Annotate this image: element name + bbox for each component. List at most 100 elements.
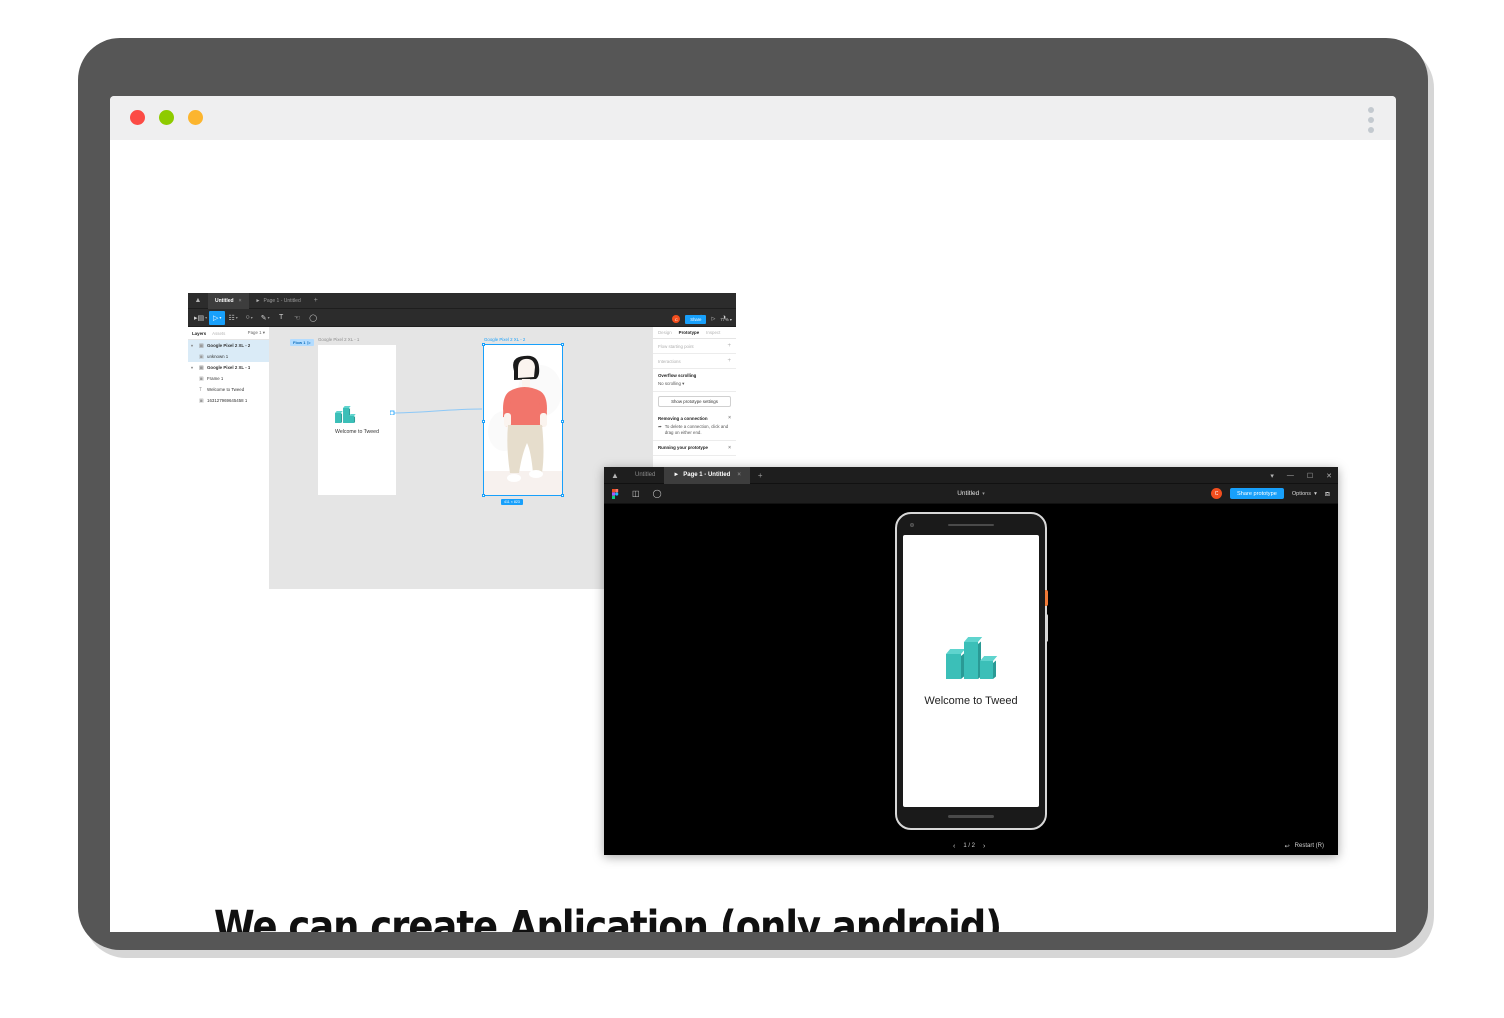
home-icon[interactable]: ▲ (188, 297, 208, 304)
text-icon: T (199, 386, 203, 393)
fullscreen-icon[interactable]: ⧈ (1325, 489, 1330, 499)
tab-inspect[interactable]: Inspect (706, 330, 720, 335)
tab-design[interactable]: Design (658, 330, 672, 335)
options-dropdown[interactable]: Options ▾ (1292, 491, 1317, 497)
prototype-tab-untitled[interactable]: Untitled (626, 467, 664, 484)
hand-tool-button[interactable]: ☜ (289, 311, 305, 325)
pen-tool-button[interactable]: ✎ ▾ (257, 311, 273, 325)
flow-starting-point-badge[interactable]: Flow 1 ▷ (290, 339, 314, 346)
connection-icon: ➦ (658, 424, 662, 429)
show-prototype-settings-button[interactable]: Show prototype settings (658, 396, 731, 407)
move-tool-button[interactable]: ▷ ▾ (209, 310, 226, 325)
new-tab-button[interactable]: + (308, 297, 324, 304)
selection-size-badge: 411 × 823 (501, 499, 523, 505)
present-play-icon[interactable]: ▷ (711, 316, 715, 322)
tip-text: To delete a connection, click and drag o… (664, 424, 729, 435)
add-icon[interactable]: + (727, 343, 731, 349)
menu-tool-button[interactable]: ▸▤ ▾ (192, 311, 209, 325)
page-selector[interactable]: Page 1 ▾ (248, 330, 265, 336)
close-window-button[interactable] (130, 110, 145, 125)
minimize-window-button[interactable] (159, 110, 174, 125)
prototype-toolbar: ◫ ◯ Untitled ▾ C Share prototype Options ▾… (604, 484, 1338, 504)
bottom-speaker (948, 815, 994, 818)
flow-starting-point-row[interactable]: Flow starting point + (653, 339, 736, 354)
editor-tab-label: Page 1 - Untitled (263, 297, 301, 304)
chevron-down-icon[interactable]: ▾ (1270, 472, 1274, 480)
chevron-down-icon[interactable]: ▾ (191, 365, 196, 370)
page-title: We can create Aplication (only android) (214, 902, 1002, 932)
close-icon[interactable]: × (728, 415, 731, 421)
avatar[interactable]: C (672, 315, 681, 323)
prototype-connection-line[interactable] (390, 407, 486, 415)
frame-label-1[interactable]: Google Pixel 2 XL - 1 (318, 337, 359, 342)
close-icon[interactable]: × (737, 472, 741, 478)
tip-running-your-prototype: Running your prototype × (653, 441, 736, 456)
browser-chrome-bar (110, 96, 1396, 140)
tab-assets[interactable]: Assets (212, 331, 225, 336)
layer-row-unknown-1[interactable]: ▣ unknown 1 (188, 351, 269, 362)
chevron-down-icon[interactable]: ▾ (191, 343, 196, 348)
restart-button[interactable]: ↩ Restart (R) (1285, 843, 1324, 850)
phone-device-mockup: Welcome to Tweed (895, 511, 1048, 830)
chevron-right-icon[interactable]: › (983, 843, 985, 850)
zoom-level[interactable]: 77% ▾ (720, 317, 732, 322)
artboard-frame-2[interactable] (484, 345, 562, 495)
tip-title: Running your prototype (658, 445, 708, 451)
tweed-blocks-logo (946, 635, 998, 679)
maximize-window-button[interactable] (188, 110, 203, 125)
play-icon[interactable]: ▷ (307, 340, 310, 345)
prototype-tab-page1[interactable]: ► Page 1 - Untitled × (664, 467, 750, 484)
editor-toolbar: ▸▤▾ ▷▾ ☷▾ ○▾ ✎▾ T ☜ ◯ ✻ ◑ (188, 309, 736, 327)
editor-tab-page1[interactable]: ► Page 1 - Untitled (249, 293, 308, 309)
figma-logo-icon[interactable] (612, 488, 619, 499)
welcome-screen: Welcome to Tweed (903, 535, 1039, 807)
tab-prototype[interactable]: Prototype (679, 330, 700, 335)
layer-row-google-pixel-2-xl-2[interactable]: ▾ ▣ Google Pixel 2 XL - 2 (188, 340, 269, 351)
minimize-button[interactable]: — (1287, 472, 1294, 479)
artboard-frame-1[interactable]: Welcome to Tweed (318, 345, 396, 495)
overflow-scrolling-value[interactable]: No scrolling ▾ (658, 381, 731, 387)
phone-screen[interactable]: Welcome to Tweed (903, 534, 1039, 807)
image-icon: ▣ (199, 397, 204, 404)
home-icon[interactable]: ▲ (604, 471, 626, 480)
layer-row-google-pixel-2-xl-1[interactable]: ▾ ▣ Google Pixel 2 XL - 1 (188, 362, 269, 373)
share-button[interactable]: Share (685, 314, 707, 324)
editor-share-cluster: C Share ▷ 77% ▾ (672, 311, 732, 327)
layer-row-frame-1[interactable]: ▣ Frame 1 (188, 373, 269, 384)
frame-icon: ▣ (199, 364, 204, 371)
maximize-button[interactable]: ☐ (1307, 472, 1313, 480)
layer-name: Frame 1 (207, 376, 224, 381)
person-illustration (484, 345, 562, 495)
welcome-text: Welcome to Tweed (924, 694, 1018, 707)
properties-tab-bar: Design Prototype Inspect (653, 327, 736, 339)
shape-tool-button[interactable]: ○ ▾ (241, 311, 257, 325)
restart-arrow-icon: ↩ (1284, 843, 1290, 850)
editor-canvas[interactable]: Flow 1 ▷ Google Pixel 2 XL - 1 Welcome t… (270, 327, 652, 589)
chevron-left-icon[interactable]: ‹ (953, 843, 955, 850)
frame-tool-button[interactable]: ☷ ▾ (225, 311, 241, 325)
tweed-blocks-logo (335, 405, 356, 423)
volume-button (1045, 613, 1048, 642)
share-prototype-button[interactable]: Share prototype (1230, 488, 1284, 499)
close-icon[interactable]: × (728, 445, 731, 451)
sidebar-panel-icon[interactable]: ◫ (632, 489, 640, 498)
layer-name: Google Pixel 2 XL - 1 (207, 365, 251, 370)
layer-row-welcome-to-tweed[interactable]: T Welcome to Tweed (188, 384, 269, 395)
layer-row-image-163127969645458[interactable]: ▣ 163127969645458 1 (188, 395, 269, 406)
close-button[interactable]: ✕ (1326, 472, 1332, 480)
comment-tool-button[interactable]: ◯ (305, 311, 321, 325)
close-icon[interactable]: × (239, 298, 242, 304)
new-tab-button[interactable]: + (750, 471, 771, 480)
comment-icon[interactable]: ◯ (653, 489, 662, 498)
kebab-menu-icon[interactable] (1368, 107, 1374, 133)
interactions-row[interactable]: Interactions + (653, 354, 736, 369)
prototype-stage[interactable]: Welcome to Tweed (604, 504, 1338, 837)
avatar[interactable]: C (1211, 488, 1222, 499)
editor-tab-untitled[interactable]: Untitled × (208, 293, 249, 309)
frame-label-2[interactable]: Google Pixel 2 XL - 2 (484, 337, 525, 342)
text-tool-button[interactable]: T (273, 311, 289, 325)
prototype-tab-label: Page 1 - Untitled (683, 472, 731, 478)
add-icon[interactable]: + (727, 358, 731, 364)
tab-layers[interactable]: Layers (192, 331, 206, 336)
tip-header: Removing a connection × (658, 415, 731, 421)
